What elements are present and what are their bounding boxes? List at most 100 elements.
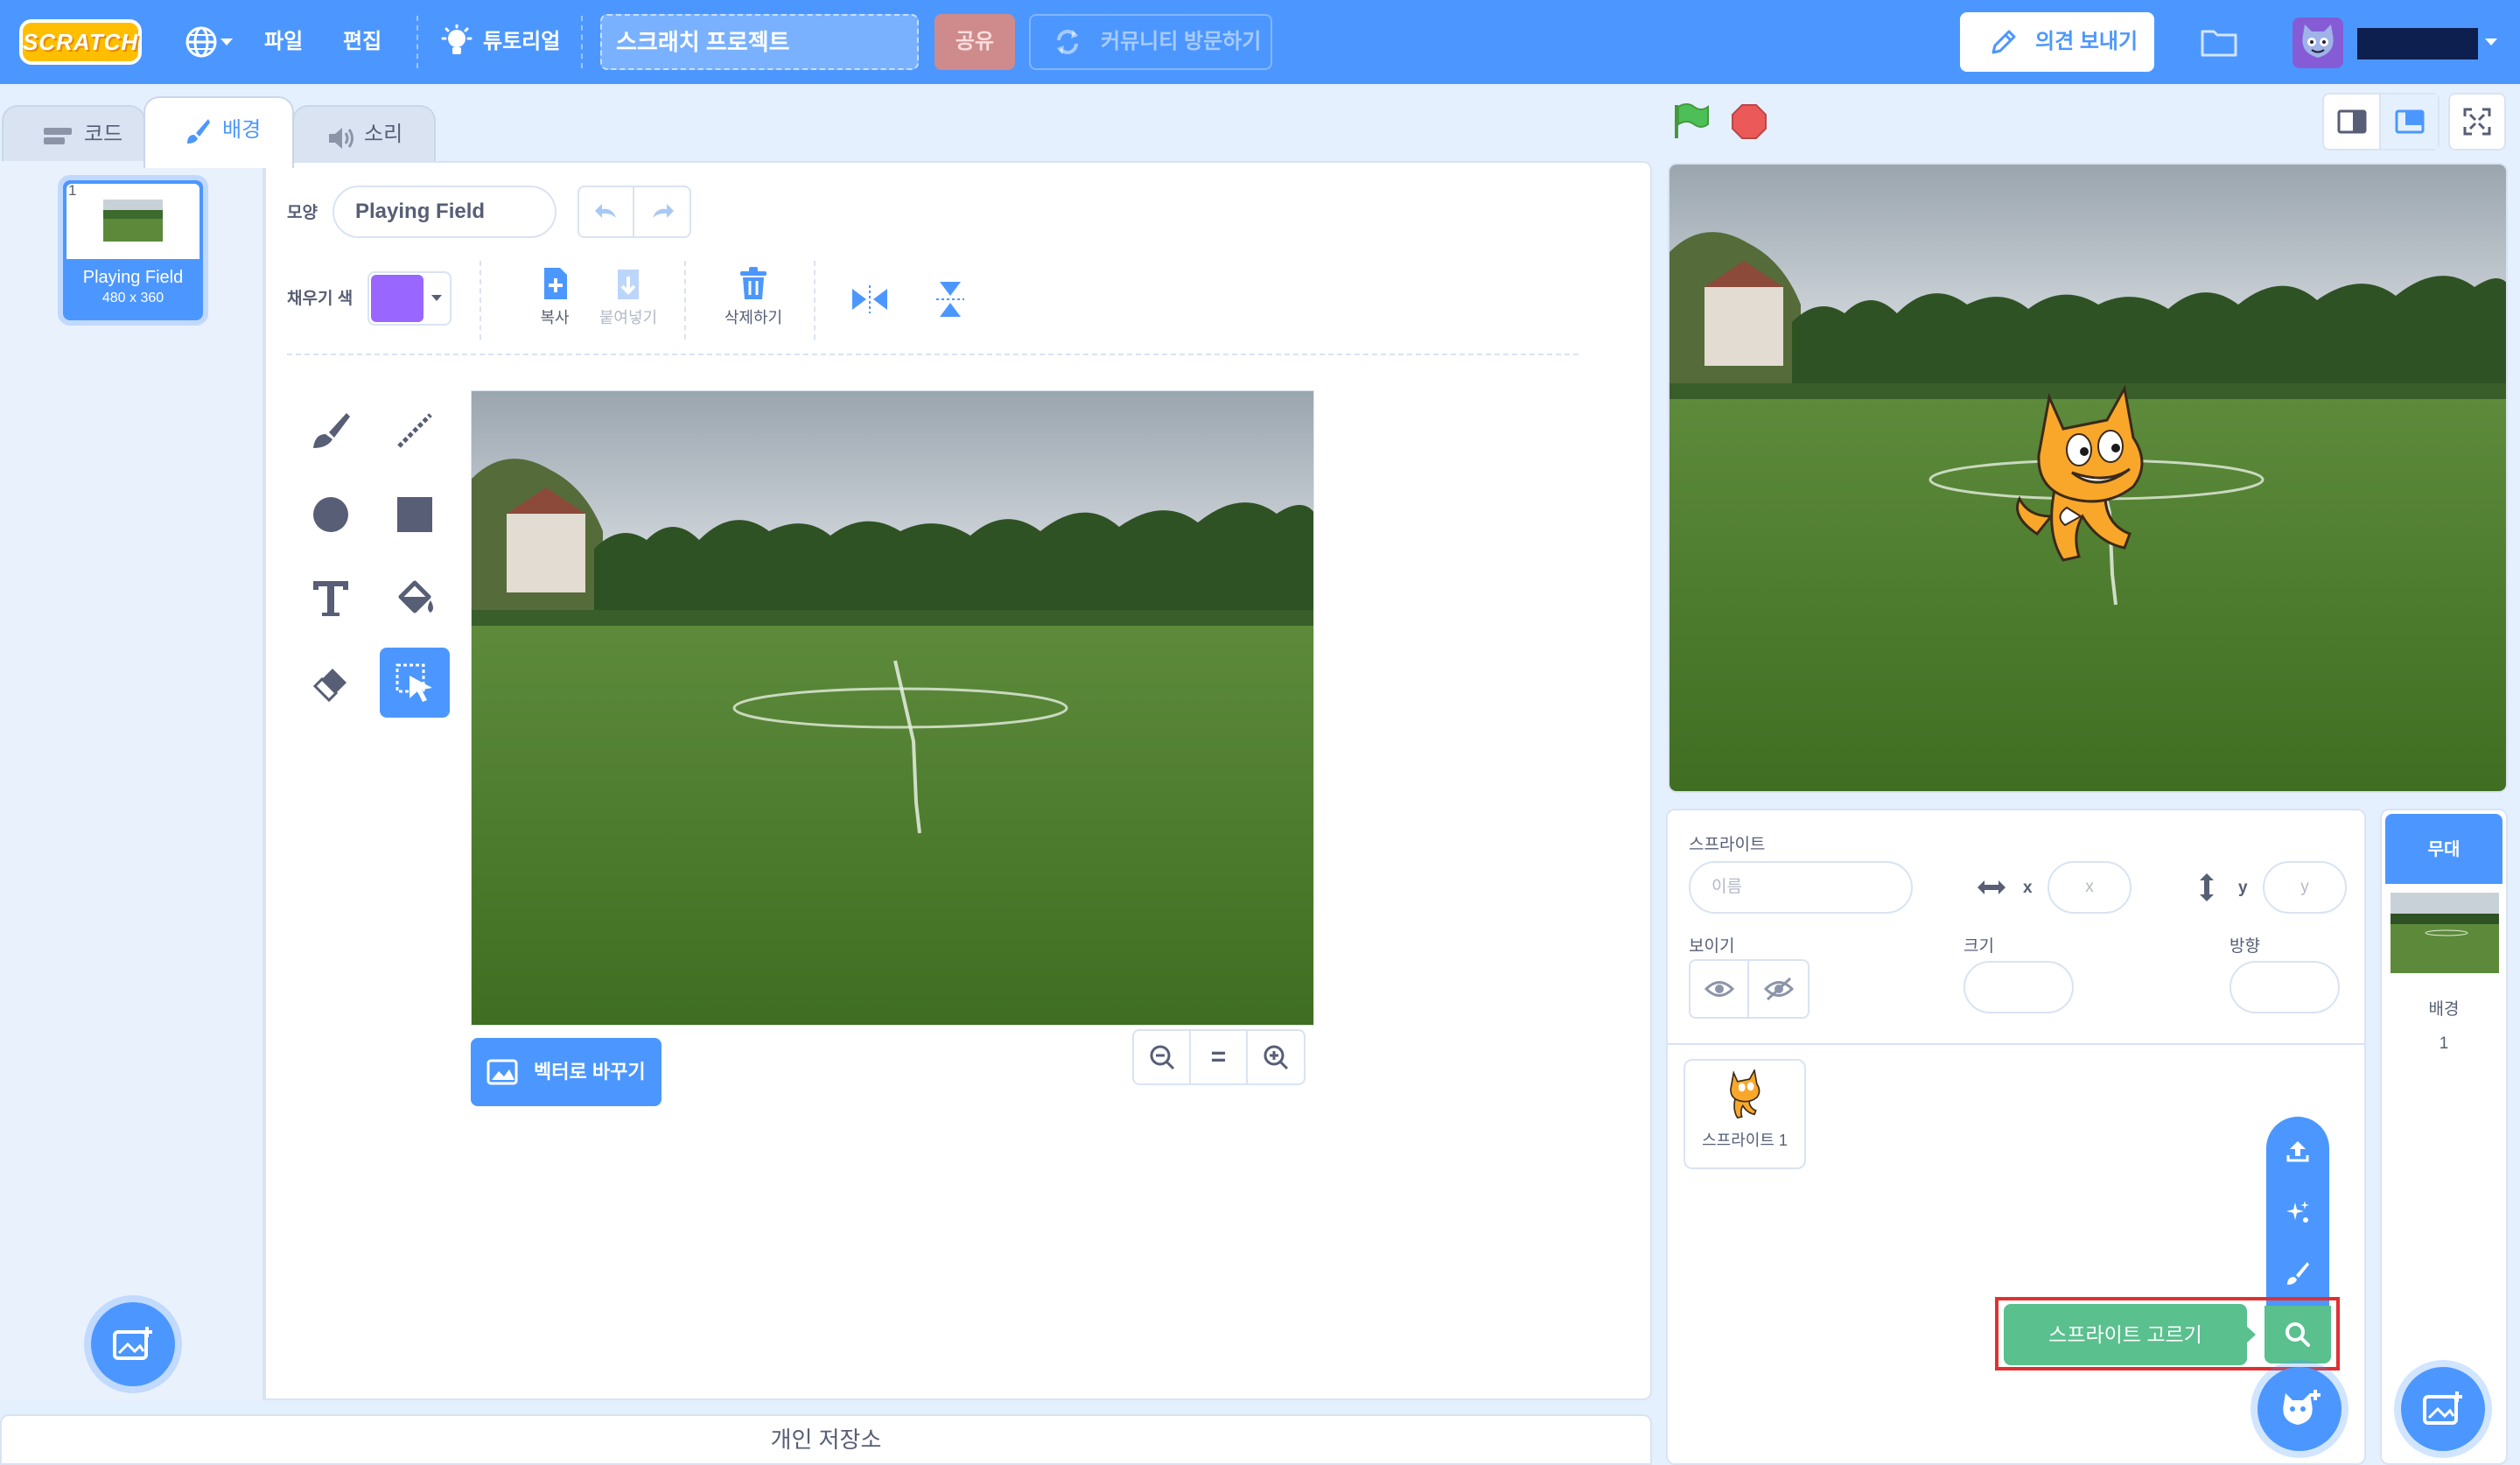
delete-label: 삭제하기: [724, 309, 783, 326]
toolbar-divider: [814, 261, 816, 340]
large-stage-icon: [2395, 109, 2424, 134]
rectangle-icon: [397, 497, 432, 532]
tool-line[interactable]: [380, 396, 450, 466]
tool-fill[interactable]: [380, 564, 450, 634]
backpack-bar[interactable]: 개인 저장소: [0, 1414, 1652, 1465]
backdrop-count: 1: [2439, 1034, 2449, 1053]
tool-eraser[interactable]: [296, 648, 366, 718]
fill-color-label: 채우기 색: [287, 290, 354, 308]
tool-text[interactable]: [296, 564, 366, 634]
menu-edit[interactable]: 편집: [343, 0, 382, 84]
choose-backdrop-button[interactable]: [91, 1302, 175, 1386]
fill-color-swatch: [371, 275, 424, 322]
tool-select[interactable]: [380, 648, 450, 718]
paint-canvas[interactable]: [471, 390, 1314, 1026]
my-stuff-button[interactable]: [2198, 23, 2240, 61]
direction-input[interactable]: [2230, 961, 2340, 1013]
sprite-tile-label: 스프라이트 1: [1702, 1132, 1788, 1149]
community-button[interactable]: 커뮤니티 방문하기: [1029, 14, 1272, 70]
small-stage-button[interactable]: [2324, 95, 2381, 149]
fullscreen-button[interactable]: [2448, 93, 2506, 151]
upload-icon: [2286, 1141, 2309, 1162]
zoom-out-button[interactable]: [1134, 1031, 1191, 1083]
caret-down-icon[interactable]: [2483, 37, 2499, 47]
x-input[interactable]: x: [2048, 861, 2132, 914]
eye-icon: [1704, 981, 1734, 997]
flip-vertical-button[interactable]: [915, 273, 985, 326]
show-sprite-button[interactable]: [1690, 961, 1749, 1017]
project-title-input[interactable]: 스크래치 프로젝트: [600, 14, 919, 70]
tool-brush[interactable]: [296, 396, 366, 466]
flip-horizontal-button[interactable]: [835, 273, 905, 326]
zoom-in-button[interactable]: [1248, 1031, 1304, 1083]
language-menu[interactable]: [178, 25, 240, 60]
green-flag-icon[interactable]: [1671, 102, 1710, 140]
cat-sprite[interactable]: [2002, 385, 2177, 569]
sprite-add-menu: [2266, 1117, 2329, 1309]
sprite-name-input[interactable]: 이름: [1689, 861, 1913, 914]
tab-backdrops[interactable]: 배경: [144, 96, 294, 168]
paintbrush-icon: [2287, 1262, 2309, 1285]
brush-icon: [313, 413, 350, 448]
image-add-icon: [2423, 1391, 2462, 1425]
fullscreen-icon: [2463, 108, 2491, 136]
tab-sounds[interactable]: 소리: [292, 105, 436, 168]
stage-thumbnail: [2390, 893, 2499, 973]
vertical-arrows-icon: [2200, 873, 2214, 901]
sprite-tile[interactable]: 스프라이트 1: [1684, 1059, 1806, 1169]
choose-sprite-button[interactable]: [2258, 1367, 2342, 1451]
menu-tutorials[interactable]: 튜토리얼: [441, 0, 560, 84]
scratch-logo[interactable]: SCRATCH: [19, 19, 142, 65]
surprise-sprite-button[interactable]: [2266, 1183, 2329, 1241]
large-stage-button[interactable]: [2381, 95, 2438, 149]
username-redacted[interactable]: [2357, 28, 2478, 60]
cat-add-icon: [2283, 1390, 2320, 1425]
fill-color-picker[interactable]: [368, 271, 452, 326]
undo-redo-group: [578, 186, 691, 238]
horizontal-arrows-icon: [1978, 880, 2006, 894]
menu-file[interactable]: 파일: [264, 0, 303, 84]
toolbar-divider: [480, 261, 481, 340]
tab-code[interactable]: 코드: [2, 105, 145, 168]
y-input[interactable]: y: [2263, 861, 2347, 914]
delete-button[interactable]: 삭제하기: [705, 266, 802, 336]
redo-button[interactable]: [634, 187, 690, 236]
convert-to-vector-label: 벡터로 바꾸기: [534, 1061, 646, 1083]
paint-sprite-button[interactable]: [2266, 1244, 2329, 1302]
choose-backdrop-button-stage[interactable]: [2401, 1367, 2485, 1451]
folder-icon: [2201, 30, 2237, 57]
undo-icon: [594, 204, 616, 218]
avatar[interactable]: [2292, 18, 2343, 68]
stop-icon[interactable]: [1731, 103, 1768, 140]
backdrop-index: 1: [68, 182, 77, 199]
backdrop-list: 1 Playing Field 480 x 360: [0, 161, 264, 1400]
text-icon: [313, 581, 348, 616]
copy-button[interactable]: 복사: [520, 266, 590, 336]
image-icon: [486, 1059, 518, 1085]
paintbrush-icon: [187, 119, 210, 144]
tool-circle[interactable]: [296, 480, 366, 550]
backdrops-label: 배경: [2428, 1000, 2460, 1019]
y-label: y: [2238, 879, 2248, 897]
direction-label: 방향: [2230, 937, 2260, 956]
undo-button[interactable]: [579, 187, 634, 236]
feedback-button[interactable]: 의견 보내기: [1960, 12, 2154, 72]
tool-rectangle[interactable]: [380, 480, 450, 550]
paste-button[interactable]: 붙여넣기: [584, 266, 672, 336]
cat-avatar-icon: [2302, 25, 2334, 58]
upload-sprite-button[interactable]: [2266, 1122, 2329, 1180]
size-input[interactable]: [1964, 961, 2074, 1013]
caret-down-icon: [220, 39, 233, 46]
menu-tutorials-label: 튜토리얼: [483, 30, 561, 53]
share-button[interactable]: 공유: [934, 14, 1015, 70]
toolbar-bottom-divider: [287, 354, 1578, 355]
backdrop-tile[interactable]: 1 Playing Field 480 x 360: [58, 175, 208, 326]
costume-name-input[interactable]: Playing Field: [332, 186, 556, 238]
flip-vertical-icon: [936, 282, 964, 317]
zoom-reset-button[interactable]: =: [1191, 1031, 1248, 1083]
stage[interactable]: [1668, 163, 2508, 793]
paste-icon: [618, 270, 639, 299]
hide-sprite-button[interactable]: [1749, 961, 1808, 1017]
convert-to-vector-button[interactable]: 벡터로 바꾸기: [471, 1038, 662, 1106]
trash-icon: [740, 267, 766, 299]
